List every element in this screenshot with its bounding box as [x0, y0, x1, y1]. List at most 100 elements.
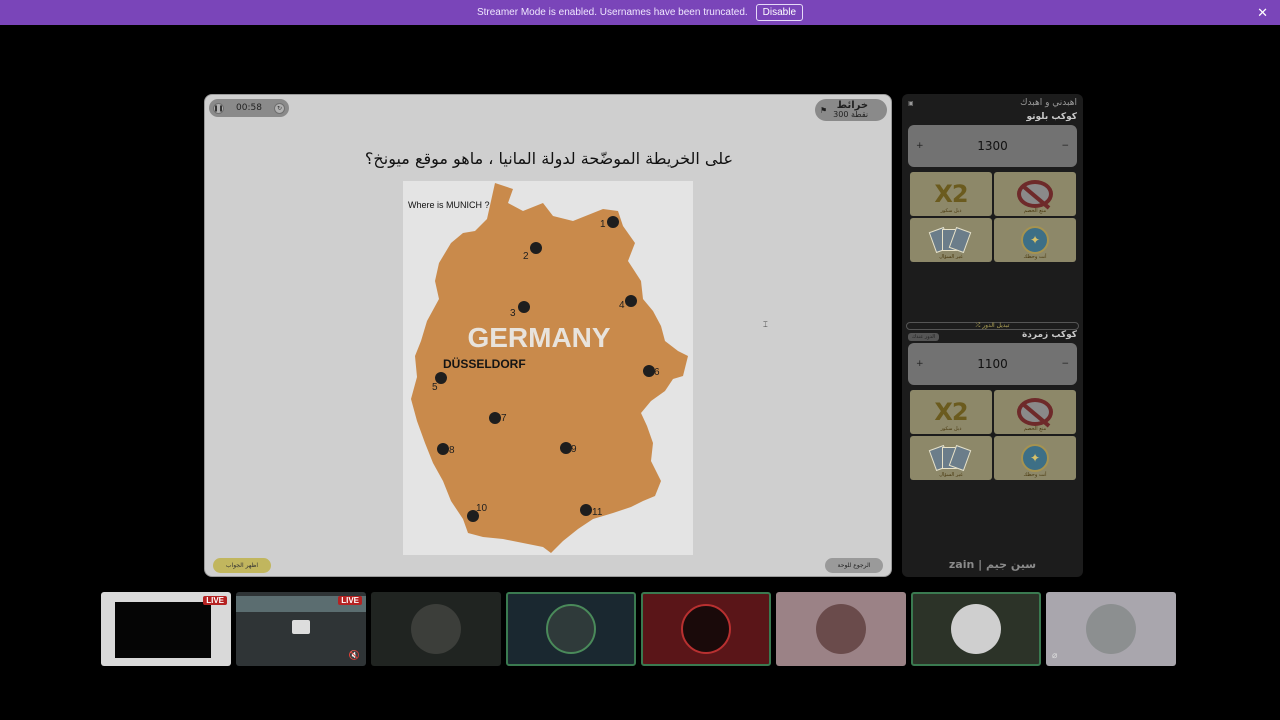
- map-marker-label: 7: [501, 413, 507, 424]
- map-marker-label: 9: [571, 444, 577, 455]
- map-marker-label: 1: [600, 219, 606, 230]
- back-to-board-label: الرجوع للوحة: [837, 562, 871, 569]
- team-2-name: كوكب زمردة: [1021, 330, 1077, 340]
- show-answer-button[interactable]: اظهر الجواب: [213, 558, 271, 573]
- x2-card[interactable]: X2 دبل سكور: [910, 172, 992, 216]
- map-marker-label: 10: [476, 503, 488, 514]
- participant-strip: LIVE LIVE 🔇 ⌀: [101, 592, 1181, 666]
- map-marker-label: 6: [654, 367, 660, 378]
- live-badge: LIVE: [338, 596, 362, 605]
- card-label: غير السؤال: [939, 472, 963, 478]
- map-marker-label: 2: [523, 251, 529, 262]
- map-marker-label: 11: [592, 507, 603, 518]
- wheel-icon: ✦: [1021, 226, 1049, 254]
- scoreboard-panel: ▣ اهبدني و اهبدك كوكب بلوتو + 1300 − X2 د…: [902, 94, 1083, 577]
- participant-tile[interactable]: [911, 592, 1041, 666]
- stream-tile[interactable]: LIVE: [101, 592, 231, 666]
- map-marker-label: 8: [449, 445, 455, 456]
- muted-icon[interactable]: ⌀: [1052, 651, 1057, 661]
- map-city-label: DÜSSELDORF: [443, 356, 526, 371]
- card-label: منع الخصم: [1023, 208, 1047, 214]
- team-2-score: 1100: [977, 357, 1008, 371]
- x2-icon: X2: [934, 180, 968, 208]
- map-marker-label: 4: [619, 300, 625, 311]
- block-icon: [1017, 180, 1053, 208]
- cards-icon: [926, 444, 976, 472]
- stop-card[interactable]: منع الخصم: [994, 172, 1076, 216]
- cards-card[interactable]: غير السؤال: [910, 436, 992, 480]
- cursor-icon: ⌶: [763, 320, 768, 329]
- card-label: منع الخصم: [1023, 426, 1047, 432]
- participant-tile[interactable]: ⌀: [1046, 592, 1176, 666]
- show-answer-label: اظهر الجواب: [225, 562, 259, 569]
- participant-tile[interactable]: [371, 592, 501, 666]
- card-label: أنت وحظك: [1023, 472, 1047, 478]
- participant-tile[interactable]: [641, 592, 771, 666]
- map-marker-label: 5: [432, 382, 438, 393]
- team-1-lifelines: X2 دبل سكور منع الخصم غير السؤال ✦ أنت وحظ…: [910, 172, 1077, 262]
- team-2-lifelines: X2 دبل سكور منع الخصم غير السؤال ✦ أنت وحظ…: [910, 390, 1077, 480]
- stream-tile[interactable]: LIVE 🔇: [236, 592, 366, 666]
- minus-button[interactable]: −: [1061, 359, 1069, 369]
- team-2-score-box: + 1100 −: [908, 343, 1077, 385]
- team-1-score: 1300: [977, 139, 1008, 153]
- avatar: [816, 604, 866, 654]
- map-marker-label: 3: [510, 308, 516, 319]
- map-title: GERMANY: [467, 322, 610, 353]
- question-stage: ❚❚ 00:58 ↻ ⚑ خرائط 300 نقطة على الخريطة …: [204, 94, 892, 577]
- plus-button[interactable]: +: [916, 359, 924, 369]
- category-badge: ⚑ خرائط 300 نقطة: [815, 99, 887, 121]
- sponsor-logo: zain | سين جيم: [948, 558, 1037, 571]
- avatar: [411, 604, 461, 654]
- participant-tile[interactable]: [776, 592, 906, 666]
- map-marker-2[interactable]: [530, 242, 542, 254]
- map-marker-3[interactable]: [518, 301, 530, 313]
- muted-icon[interactable]: 🔇: [349, 651, 360, 661]
- clock-card[interactable]: ✦ أنت وحظك: [994, 218, 1076, 262]
- turn-badge: الدور عندك: [908, 332, 940, 341]
- card-label: دبل سكور: [940, 426, 962, 432]
- avatar: [1086, 604, 1136, 654]
- board-icon[interactable]: ▣: [908, 100, 914, 107]
- team-1-name: كوكب بلوتو: [1026, 112, 1078, 122]
- map-image: GERMANY DÜSSELDORF 1 2 3 4 5 6 7 8 9 10 11 Where i…: [403, 181, 693, 555]
- map-question-label: Where is MUNICH ?: [408, 200, 490, 210]
- team-1-score-box: + 1300 −: [908, 125, 1077, 167]
- wheel-icon: ✦: [1021, 444, 1049, 472]
- map-marker-8[interactable]: [437, 443, 449, 455]
- team-2: + 1100 − X2 دبل سكور منع الخصم غير السؤال…: [902, 343, 1083, 480]
- back-to-board-button[interactable]: الرجوع للوحة: [825, 558, 883, 573]
- card-label: أنت وحظك: [1023, 254, 1047, 260]
- map-marker-11[interactable]: [580, 504, 592, 516]
- disable-button[interactable]: Disable: [755, 4, 804, 21]
- map-marker-7[interactable]: [489, 412, 501, 424]
- clock-card[interactable]: ✦ أنت وحظك: [994, 436, 1076, 480]
- map-marker-4[interactable]: [625, 295, 637, 307]
- minus-button[interactable]: −: [1061, 141, 1069, 151]
- close-icon[interactable]: ✕: [1257, 5, 1268, 21]
- pause-icon[interactable]: ❚❚: [213, 102, 224, 114]
- reset-icon[interactable]: ↻: [274, 102, 285, 114]
- flag-icon[interactable]: ⚑: [820, 106, 827, 115]
- streamer-mode-banner: Streamer Mode is enabled. Usernames have…: [0, 0, 1280, 25]
- plus-button[interactable]: +: [916, 141, 924, 151]
- map-marker-1[interactable]: [607, 216, 619, 228]
- participant-tile[interactable]: [506, 592, 636, 666]
- category-points: 300 نقطة: [833, 110, 869, 119]
- avatar: [546, 604, 596, 654]
- block-icon: [1017, 398, 1053, 426]
- cards-card[interactable]: غير السؤال: [910, 218, 992, 262]
- switch-turn-button[interactable]: ⤮ تبديل الدور: [906, 322, 1079, 330]
- avatar: [681, 604, 731, 654]
- cards-icon: [926, 226, 976, 254]
- card-label: غير السؤال: [939, 254, 963, 260]
- banner-text: Streamer Mode is enabled. Usernames have…: [476, 7, 748, 18]
- live-badge: LIVE: [203, 596, 227, 605]
- card-label: دبل سكور: [940, 208, 962, 214]
- panel-title: اهبدني و اهبدك: [1020, 98, 1077, 108]
- x2-card[interactable]: X2 دبل سكور: [910, 390, 992, 434]
- stop-card[interactable]: منع الخصم: [994, 390, 1076, 434]
- timer-value: 00:58: [236, 103, 262, 113]
- question-text: على الخريطة الموضّحة لدولة المانيا ، ماه…: [364, 149, 734, 168]
- x2-icon: X2: [934, 398, 968, 426]
